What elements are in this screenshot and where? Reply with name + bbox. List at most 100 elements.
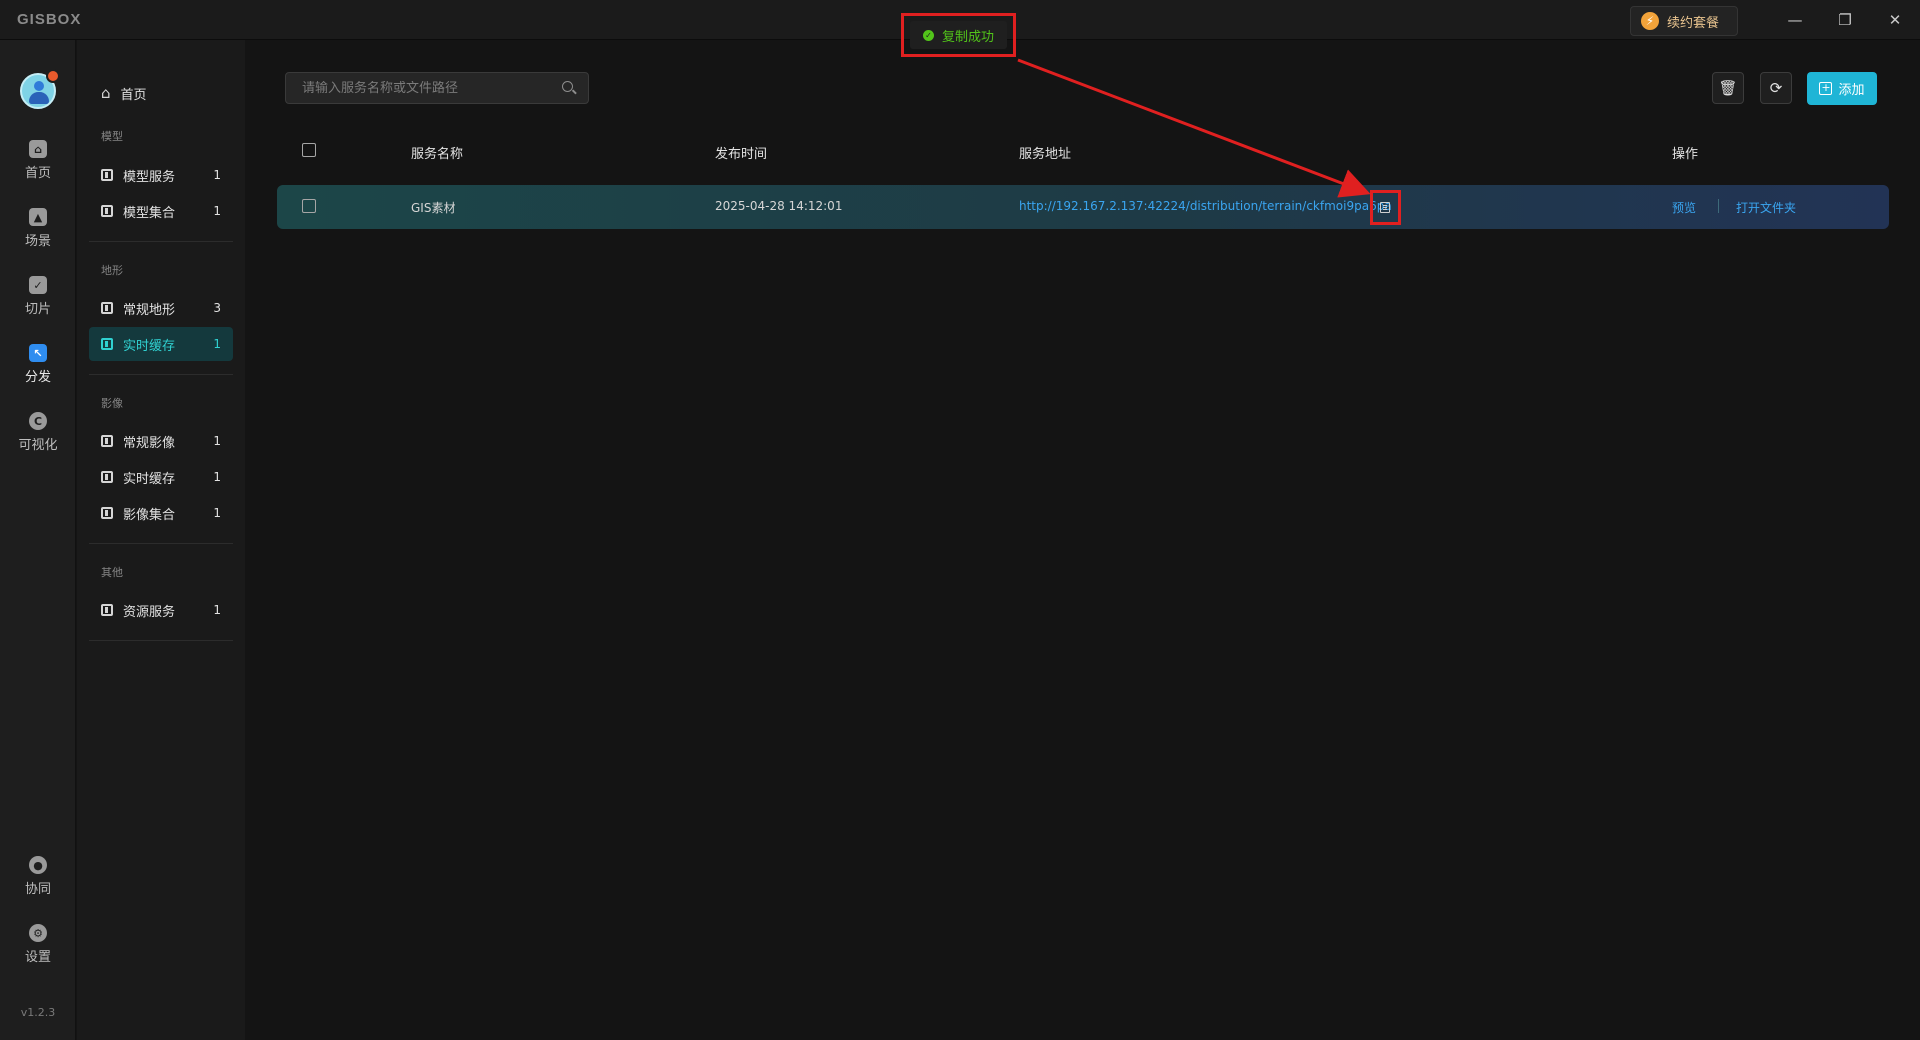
nav-item-regular-imagery[interactable]: 常规影像 1 — [89, 424, 233, 458]
rail-item-home[interactable]: ⌂ 首页 — [0, 140, 76, 196]
nav-item-imagery-collection[interactable]: 影像集合 1 — [89, 496, 233, 530]
nav-item-model-collection[interactable]: 模型集合 1 — [89, 194, 233, 228]
close-button[interactable]: ✕ — [1878, 6, 1912, 34]
scene-icon: ▲ — [29, 208, 47, 226]
toast-highlight: ✓ 复制成功 — [901, 13, 1016, 57]
service-name-cell: GIS素材 — [411, 201, 456, 215]
rail-item-settings[interactable]: ⚙ 设置 — [0, 924, 76, 980]
nav-item-count: 1 — [213, 337, 221, 351]
search-icon[interactable] — [562, 81, 576, 95]
imagery-icon — [101, 471, 113, 483]
nav-item-label: 模型集合 — [123, 205, 176, 221]
nav-item-count: 1 — [213, 204, 221, 218]
nav-item-label: 常规影像 — [123, 435, 176, 451]
copy-button-highlight — [1370, 190, 1401, 225]
plus-icon: + — [1819, 81, 1833, 95]
nav-item-count: 1 — [213, 506, 221, 520]
rail-item-label: 设置 — [24, 950, 51, 965]
collaborate-icon: ● — [29, 856, 47, 874]
model-icon — [101, 205, 113, 217]
app-logo: GISBOX — [17, 11, 82, 28]
minimize-icon: — — [1787, 11, 1803, 29]
check-circle-icon: ✓ — [922, 29, 934, 41]
distribute-icon: ↖ — [29, 344, 47, 362]
group-title-other: 其他 — [101, 566, 123, 579]
column-header-time: 发布时间 — [715, 147, 768, 162]
icon-rail: ⌂ 首页 ▲ 场景 ✓ 切片 ↖ 分发 C 可视化 ● 协同 ⚙ 设置 v1.2… — [0, 40, 76, 1040]
nav-item-count: 1 — [213, 168, 221, 182]
close-icon: ✕ — [1888, 11, 1902, 29]
nav-item-label: 常规地形 — [123, 302, 176, 318]
nav-item-label: 实时缓存 — [123, 471, 176, 487]
terrain-icon — [101, 338, 113, 350]
lightning-icon: ⚡ — [1641, 12, 1659, 30]
rail-item-visualize[interactable]: C 可视化 — [0, 412, 76, 468]
add-button-label: 添加 — [1838, 83, 1865, 98]
version-label: v1.2.3 — [20, 1006, 56, 1019]
table-row[interactable]: GIS素材 2025-04-28 14:12:01 http://192.167… — [277, 185, 1889, 229]
select-all-checkbox[interactable] — [302, 143, 316, 157]
visualize-icon: C — [29, 412, 47, 430]
rail-item-label: 切片 — [24, 302, 51, 317]
imagery-icon — [101, 507, 113, 519]
nav-item-label: 模型服务 — [123, 169, 176, 185]
renew-plan-button[interactable]: ⚡ 续约套餐 — [1630, 6, 1738, 36]
restore-button[interactable]: ❐ — [1828, 6, 1862, 34]
delete-button[interactable]: 🗑 — [1712, 72, 1744, 104]
nav-item-terrain-realtime-cache[interactable]: 实时缓存 1 — [89, 327, 233, 361]
row-checkbox[interactable] — [302, 199, 316, 213]
search-box — [285, 72, 589, 104]
refresh-icon: ⟳ — [1769, 79, 1783, 97]
settings-icon: ⚙ — [29, 924, 47, 942]
imagery-icon — [101, 435, 113, 447]
avatar[interactable] — [20, 69, 60, 109]
terrain-icon — [101, 302, 113, 314]
nav-item-regular-terrain[interactable]: 常规地形 3 — [89, 291, 233, 325]
success-toast: ✓ 复制成功 — [910, 21, 1007, 49]
rail-item-collaborate[interactable]: ● 协同 — [0, 856, 76, 912]
service-url-link[interactable]: http://192.167.2.137:42224/distribution/… — [1019, 199, 1392, 213]
copy-icon[interactable] — [1380, 202, 1390, 213]
column-header-name: 服务名称 — [411, 147, 464, 162]
sub-navigation: ⌂ 首页 模型 模型服务 1 模型集合 1 地形 常规地形 3 实时缓存 1 影… — [77, 40, 245, 1040]
refresh-button[interactable]: ⟳ — [1760, 72, 1792, 104]
divider — [89, 241, 233, 242]
rail-item-distribute[interactable]: ↖ 分发 — [0, 344, 76, 400]
group-title-model: 模型 — [101, 130, 123, 143]
tile-icon: ✓ — [29, 276, 47, 294]
nav-item-count: 3 — [213, 301, 221, 315]
model-icon — [101, 169, 113, 181]
column-header-url: 服务地址 — [1019, 147, 1072, 162]
rail-item-scene[interactable]: ▲ 场景 — [0, 208, 76, 264]
rail-item-label: 可视化 — [18, 438, 58, 453]
nav-item-count: 1 — [213, 603, 221, 617]
renew-plan-label: 续约套餐 — [1667, 15, 1720, 31]
search-input[interactable] — [302, 80, 562, 96]
table-header: 服务名称 发布时间 服务地址 操作 — [277, 136, 1889, 166]
nav-item-imagery-realtime-cache[interactable]: 实时缓存 1 — [89, 460, 233, 494]
nav-item-count: 1 — [213, 434, 221, 448]
nav-item-label: 资源服务 — [123, 604, 176, 620]
nav-item-model-service[interactable]: 模型服务 1 — [89, 158, 233, 192]
nav-item-resource-service[interactable]: 资源服务 1 — [89, 593, 233, 627]
divider — [89, 640, 233, 641]
add-button[interactable]: + 添加 — [1807, 72, 1877, 105]
rail-item-tile[interactable]: ✓ 切片 — [0, 276, 76, 332]
nav-item-count: 1 — [213, 470, 221, 484]
toast-message: 复制成功 — [941, 29, 994, 45]
rail-item-label: 首页 — [24, 166, 51, 181]
resource-icon — [101, 604, 113, 616]
minimize-button[interactable]: — — [1778, 6, 1812, 34]
subnav-home[interactable]: ⌂ 首页 — [89, 80, 233, 106]
subnav-home-label: 首页 — [120, 87, 147, 103]
group-title-imagery: 影像 — [101, 397, 123, 410]
open-folder-link[interactable]: 打开文件夹 — [1736, 199, 1796, 216]
restore-icon: ❐ — [1838, 11, 1852, 29]
home-icon: ⌂ — [101, 84, 111, 102]
rail-item-label: 分发 — [24, 370, 51, 385]
rail-item-label: 协同 — [24, 882, 51, 897]
column-header-actions: 操作 — [1672, 147, 1699, 162]
home-icon: ⌂ — [29, 140, 47, 158]
divider — [89, 374, 233, 375]
preview-link[interactable]: 预览 — [1672, 199, 1696, 216]
